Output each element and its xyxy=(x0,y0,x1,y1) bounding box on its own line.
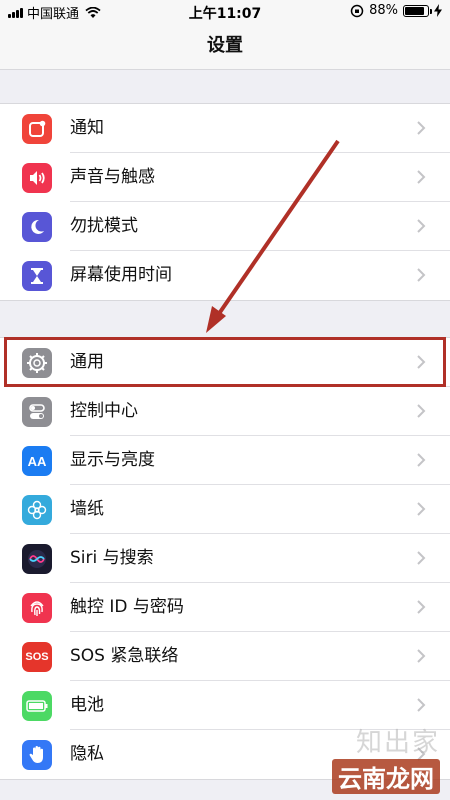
hand-icon xyxy=(22,740,52,770)
watermark-logo-text: 云南龙网 xyxy=(332,759,440,794)
notifications-icon xyxy=(22,114,52,144)
chevron-right-icon xyxy=(417,219,426,233)
watermark-text: 知出家 xyxy=(355,728,440,758)
settings-row-sounds[interactable]: 声音与触感 xyxy=(0,153,450,202)
settings-row-label: SOS 紧急联络 xyxy=(70,646,179,666)
chevron-right-icon xyxy=(417,170,426,184)
settings-row-do-not-disturb[interactable]: 勿扰模式 xyxy=(0,202,450,251)
chevron-right-icon xyxy=(417,502,426,516)
settings-row-label: 勿扰模式 xyxy=(70,216,138,236)
settings-row-sos[interactable]: SOS SOS 紧急联络 xyxy=(0,632,450,681)
hourglass-icon xyxy=(22,261,52,291)
page-title: 设置 xyxy=(207,35,243,56)
settings-row-label: 通知 xyxy=(70,118,104,138)
highlight-box xyxy=(4,337,446,387)
status-bar: 中国联通 上午11:07 88% xyxy=(0,0,450,24)
nav-bar: 设置 xyxy=(0,24,450,70)
settings-row-wallpaper[interactable]: 墙纸 xyxy=(0,485,450,534)
settings-row-label: 声音与触感 xyxy=(70,167,155,187)
text-size-icon: AA xyxy=(22,446,52,476)
toggles-icon xyxy=(22,397,52,427)
moon-icon xyxy=(22,212,52,242)
battery-icon xyxy=(22,691,52,721)
chevron-right-icon xyxy=(417,600,426,614)
settings-row-label: 显示与亮度 xyxy=(70,450,155,470)
fingerprint-icon xyxy=(22,593,52,623)
settings-row-label: 电池 xyxy=(70,695,104,715)
settings-row-notifications[interactable]: 通知 xyxy=(0,104,450,153)
chevron-right-icon xyxy=(417,649,426,663)
settings-row-label: 触控 ID 与密码 xyxy=(70,597,184,617)
battery-percent: 88% xyxy=(369,3,398,18)
settings-row-label: 控制中心 xyxy=(70,401,138,421)
settings-row-label: 屏幕使用时间 xyxy=(70,265,172,285)
settings-row-display[interactable]: AA 显示与亮度 xyxy=(0,436,450,485)
sounds-icon xyxy=(22,163,52,193)
watermark: 知出家 云南龙网 xyxy=(332,722,440,794)
charging-icon xyxy=(434,4,442,17)
settings-row-siri[interactable]: Siri 与搜索 xyxy=(0,534,450,583)
settings-row-label: 墙纸 xyxy=(70,499,104,519)
settings-row-touch-id[interactable]: 触控 ID 与密码 xyxy=(0,583,450,632)
chevron-right-icon xyxy=(417,698,426,712)
settings-group-2: 通用 控制中心 AA 显示与亮度 墙纸 Siri 与搜索 触控 ID 与密码 S… xyxy=(0,337,450,780)
chevron-right-icon xyxy=(417,551,426,565)
settings-row-control-center[interactable]: 控制中心 xyxy=(0,387,450,436)
battery-status-icon xyxy=(403,4,432,17)
orientation-lock-icon xyxy=(350,4,364,17)
settings-group-1: 通知 声音与触感 勿扰模式 屏幕使用时间 xyxy=(0,103,450,301)
settings-row-label: 隐私 xyxy=(70,744,104,764)
sos-icon: SOS xyxy=(22,642,52,672)
chevron-right-icon xyxy=(417,453,426,467)
chevron-right-icon xyxy=(417,121,426,135)
siri-icon xyxy=(22,544,52,574)
settings-row-label: Siri 与搜索 xyxy=(70,548,154,568)
chevron-right-icon xyxy=(417,268,426,282)
chevron-right-icon xyxy=(417,404,426,418)
settings-row-screen-time[interactable]: 屏幕使用时间 xyxy=(0,251,450,300)
flower-icon xyxy=(22,495,52,525)
